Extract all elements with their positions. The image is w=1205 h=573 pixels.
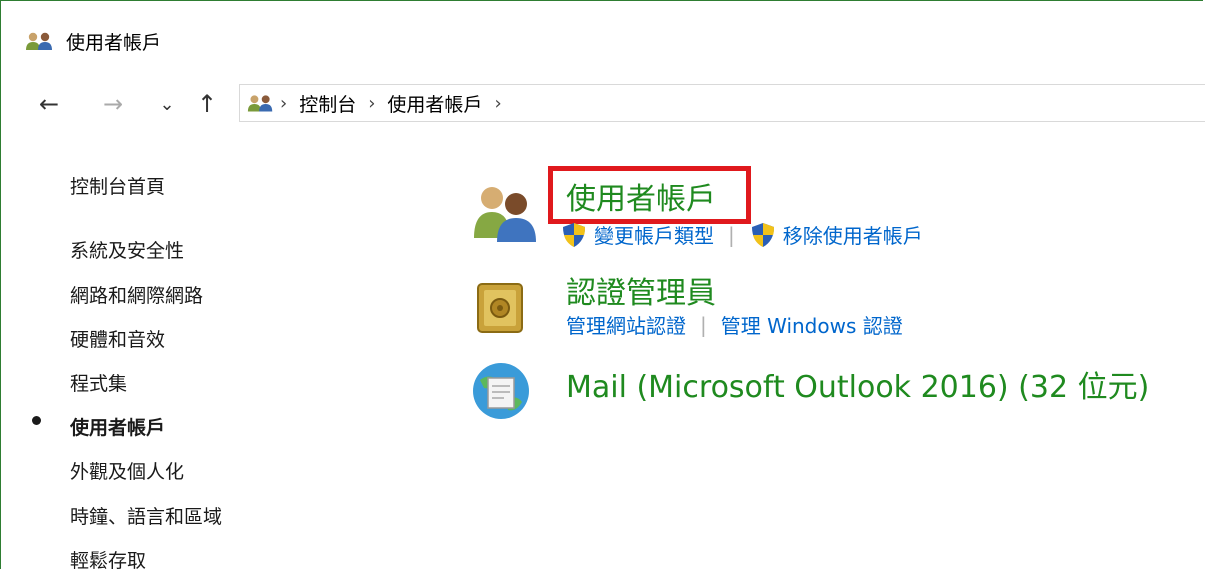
forward-arrow-icon: → (102, 90, 124, 118)
breadcrumb-separator[interactable]: › (494, 93, 501, 114)
uac-shield-icon (751, 222, 774, 247)
back-button[interactable]: ← (34, 88, 64, 120)
chevron-down-icon: ⌄ (159, 93, 175, 115)
mail-icon (473, 363, 529, 419)
vault-icon (477, 283, 523, 333)
users-small-icon (26, 32, 52, 50)
category-title-mail[interactable]: Mail (Microsoft Outlook 2016) (32 位元) (566, 362, 1149, 406)
category-links-credential-manager: 管理網站認證 | 管理 Windows 認證 (566, 310, 903, 339)
category-links-user-accounts: 變更帳戶類型 | 移除使用者帳戶 (560, 220, 923, 249)
link-separator: | (700, 312, 707, 337)
sidebar-item-system-security[interactable]: 系統及安全性 (70, 236, 184, 263)
link-separator: | (728, 222, 735, 247)
category-title-credential-manager[interactable]: 認證管理員 (566, 268, 716, 312)
breadcrumb-user-accounts[interactable]: 使用者帳戶 (387, 90, 482, 117)
sidebar-item-appearance[interactable]: 外觀及個人化 (70, 457, 184, 484)
uac-shield-icon (563, 222, 585, 247)
sidebar-item-hardware-sound[interactable]: 硬體和音效 (70, 325, 165, 352)
breadcrumb-separator[interactable]: › (280, 93, 287, 114)
change-account-type-link[interactable]: 變更帳戶類型 (594, 220, 714, 249)
breadcrumb-control-panel[interactable]: 控制台 (299, 90, 356, 117)
manage-web-credentials-link[interactable]: 管理網站認證 (566, 310, 686, 339)
back-arrow-icon: ← (38, 90, 60, 118)
sidebar-home-link[interactable]: 控制台首頁 (70, 172, 165, 199)
forward-button[interactable]: → (98, 88, 128, 120)
up-button[interactable]: ↑ (192, 88, 222, 120)
breadcrumb-separator[interactable]: › (368, 93, 375, 114)
sidebar-item-network[interactable]: 網路和網際網路 (70, 281, 203, 308)
sidebar-item-clock-language[interactable]: 時鐘、語言和區域 (70, 502, 222, 529)
users-icon (474, 187, 536, 242)
up-arrow-icon: ↑ (196, 90, 218, 118)
highlight-box (548, 166, 751, 224)
address-bar[interactable]: › 控制台 › 使用者帳戶 › (239, 84, 1205, 122)
navigation-bar: ← → ⌄ ↑ › 控制台 › 使用者帳戶 › (0, 84, 1205, 124)
current-item-bullet (32, 416, 41, 425)
manage-windows-credentials-link[interactable]: 管理 Windows 認證 (721, 310, 903, 339)
recent-locations-button[interactable]: ⌄ (152, 88, 182, 120)
title-bar: 使用者帳戶 (24, 28, 161, 54)
sidebar-item-programs[interactable]: 程式集 (70, 369, 127, 396)
users-small-icon (247, 95, 273, 112)
sidebar-item-user-accounts[interactable]: 使用者帳戶 (70, 413, 165, 440)
window-title: 使用者帳戶 (66, 31, 162, 54)
remove-user-accounts-link[interactable]: 移除使用者帳戶 (783, 220, 923, 249)
